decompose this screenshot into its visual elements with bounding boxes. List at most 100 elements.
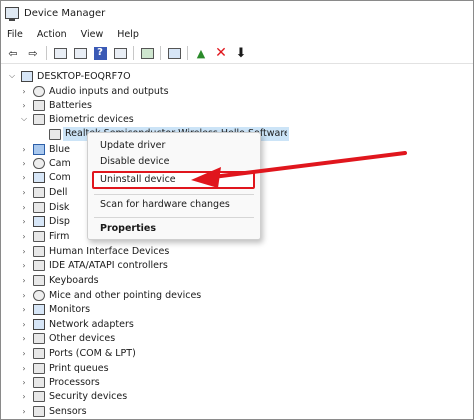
menu-disable-device[interactable]: Disable device xyxy=(100,156,169,167)
expand-icon[interactable]: › xyxy=(19,247,29,256)
uninstall-icon[interactable]: ✕ xyxy=(213,45,229,61)
expand-icon[interactable]: › xyxy=(19,392,29,401)
menu-uninstall-device[interactable]: Uninstall device xyxy=(100,174,176,185)
tree-item-network[interactable]: › Network adapters xyxy=(19,317,134,331)
expand-icon[interactable]: › xyxy=(19,378,29,387)
properties-icon[interactable] xyxy=(52,45,68,61)
expand-icon[interactable]: › xyxy=(19,305,29,314)
tree-item-label: Biometric devices xyxy=(49,113,134,125)
menu-properties[interactable]: Properties xyxy=(100,223,156,234)
tree-item-label: Cam xyxy=(49,157,71,169)
tree-item-disk[interactable]: › Disk xyxy=(19,200,69,214)
processor-icon xyxy=(33,376,45,388)
tree-root-label: DESKTOP-EOQRF7O xyxy=(37,70,131,82)
tree-item-label: Print queues xyxy=(49,362,109,374)
hid-icon xyxy=(33,245,45,257)
update-driver-icon[interactable] xyxy=(139,45,155,61)
collapse-icon[interactable]: ⌵ xyxy=(19,114,29,124)
expand-icon[interactable]: › xyxy=(19,349,29,358)
display-icon xyxy=(33,215,45,227)
expand-icon[interactable]: › xyxy=(19,159,29,168)
tree-item-label: Security devices xyxy=(49,390,128,402)
enable-device-icon[interactable]: ▲ xyxy=(193,45,209,61)
tree-item-print-queues[interactable]: › Print queues xyxy=(19,361,109,375)
device-manager-window: Device Manager File Action View Help ⇦ ⇨… xyxy=(0,0,474,420)
expand-icon[interactable]: › xyxy=(19,87,29,96)
menu-view[interactable]: View xyxy=(81,29,104,40)
tree-item-ports[interactable]: › Ports (COM & LPT) xyxy=(19,346,136,360)
expand-icon[interactable]: › xyxy=(19,145,29,154)
expand-icon[interactable]: › xyxy=(19,173,29,182)
tree-item-firmware[interactable]: › Firm xyxy=(19,229,69,243)
tree-item-ide[interactable]: › IDE ATA/ATAPI controllers xyxy=(19,258,168,272)
tree-root[interactable]: ⌵ DESKTOP-EOQRF7O xyxy=(7,69,131,83)
tree-item-bluetooth[interactable]: › Blue xyxy=(19,142,70,156)
tree-item-monitors[interactable]: › Monitors xyxy=(19,302,90,316)
device-manager-icon xyxy=(5,7,19,21)
tree-item-hid[interactable]: › Human Interface Devices xyxy=(19,244,169,258)
expand-icon[interactable]: › xyxy=(19,276,29,285)
tree-item-label: Network adapters xyxy=(49,318,134,330)
tree-item-computer[interactable]: › Com xyxy=(19,170,71,184)
menu-scan-hardware[interactable]: Scan for hardware changes xyxy=(100,199,230,210)
tree-item-label: IDE ATA/ATAPI controllers xyxy=(49,259,168,271)
download-icon[interactable]: ⬇ xyxy=(233,45,249,61)
tree-item-label: Processors xyxy=(49,376,100,388)
tree-item-label: Mice and other pointing devices xyxy=(49,289,202,301)
tree-item-batteries[interactable]: › Batteries xyxy=(19,98,92,112)
tree-item-security[interactable]: › Security devices xyxy=(19,389,127,403)
tree-item-label: Disp xyxy=(49,215,70,227)
tree-item-biometric-device[interactable] xyxy=(49,127,65,141)
tree-item-display[interactable]: › Disp xyxy=(19,214,70,228)
tree-item-cameras[interactable]: › Cam xyxy=(19,156,71,170)
toolbar-separator xyxy=(187,46,188,60)
toolbar: ⇦ ⇨ ? ▲ ✕ ⬇ xyxy=(1,43,473,64)
computer-icon xyxy=(21,70,33,82)
menu-file[interactable]: File xyxy=(7,29,23,40)
help-icon[interactable]: ? xyxy=(92,45,108,61)
expand-icon[interactable]: › xyxy=(19,291,29,300)
toolbar-separator xyxy=(133,46,134,60)
bluetooth-icon xyxy=(33,143,45,155)
tree-item-sensors[interactable]: › Sensors xyxy=(19,404,87,418)
toolbar-separator xyxy=(46,46,47,60)
tree-item-dell[interactable]: › Dell xyxy=(19,185,67,199)
biometric-icon xyxy=(33,113,45,125)
menu-action[interactable]: Action xyxy=(37,29,67,40)
expand-icon[interactable]: › xyxy=(19,407,29,416)
context-menu: Update driver Disable device Uninstall d… xyxy=(87,132,261,240)
tree-item-other[interactable]: › Other devices xyxy=(19,331,115,345)
context-menu-separator xyxy=(94,194,254,195)
expand-icon[interactable]: › xyxy=(19,334,29,343)
battery-icon xyxy=(33,99,45,111)
tree-item-processors[interactable]: › Processors xyxy=(19,375,100,389)
menu-update-driver[interactable]: Update driver xyxy=(100,140,165,151)
tree-item-keyboards[interactable]: › Keyboards xyxy=(19,273,99,287)
expand-icon[interactable]: › xyxy=(19,261,29,270)
expand-icon[interactable]: › xyxy=(19,320,29,329)
tree-item-audio[interactable]: › Audio inputs and outputs xyxy=(19,84,169,98)
expand-icon[interactable]: › xyxy=(19,232,29,241)
mouse-icon xyxy=(33,289,45,301)
back-icon[interactable]: ⇦ xyxy=(5,45,21,61)
view-icon[interactable] xyxy=(112,45,128,61)
tree-item-label: Other devices xyxy=(49,332,116,344)
tree-item-biometric[interactable]: ⌵ Biometric devices xyxy=(19,112,134,126)
expand-icon[interactable]: › xyxy=(19,364,29,373)
tree-item-label: Sensors xyxy=(49,405,87,417)
scan-hardware-icon[interactable] xyxy=(166,45,182,61)
expand-icon[interactable]: › xyxy=(19,203,29,212)
firmware-icon xyxy=(33,230,45,242)
collapse-icon[interactable]: ⌵ xyxy=(7,71,17,81)
tree-item-mice[interactable]: › Mice and other pointing devices xyxy=(19,288,201,302)
expand-icon[interactable]: › xyxy=(19,217,29,226)
port-icon xyxy=(33,347,45,359)
show-hidden-icon[interactable] xyxy=(72,45,88,61)
sensor-icon xyxy=(33,405,45,417)
menu-help[interactable]: Help xyxy=(117,29,139,40)
keyboard-icon xyxy=(33,274,45,286)
forward-icon[interactable]: ⇨ xyxy=(25,45,41,61)
expand-icon[interactable]: › xyxy=(19,188,29,197)
speaker-icon xyxy=(33,85,45,97)
expand-icon[interactable]: › xyxy=(19,101,29,110)
